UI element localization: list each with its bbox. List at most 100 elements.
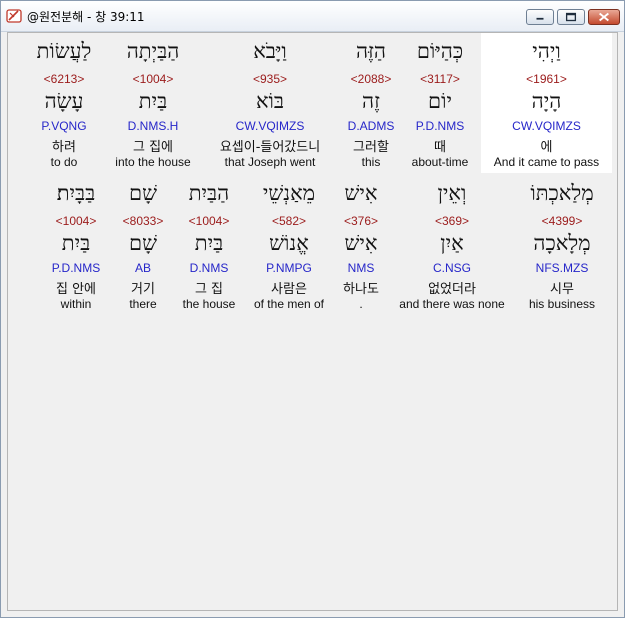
word-row1-3[interactable]: הַזֶּה <2088> זֶה D.ADMS 그러할 this xyxy=(340,39,402,171)
morphology-code: D.ADMS xyxy=(347,119,395,133)
korean-gloss: 시무 xyxy=(550,282,574,297)
verse-analysis-panel: וַיְהִי <1961> הָיָה CW.VQIMZS 에 And it … xyxy=(7,32,618,611)
english-gloss: the house xyxy=(182,297,236,311)
hebrew-word: לַעֲשׂוֹת xyxy=(36,39,92,63)
morphology-code: AB xyxy=(134,261,151,275)
hebrew-lemma: זֶה xyxy=(362,89,380,113)
hebrew-lemma: אִישׁ xyxy=(344,231,378,255)
strong-number[interactable]: <1961> xyxy=(481,72,612,86)
word-row2-7[interactable]: בַּבָּיִת׃ <1004> בַּיִת P.D.NMS 집 안에 wi… xyxy=(40,181,112,313)
strong-number[interactable]: <2088> xyxy=(340,72,402,86)
morphology-code: D.NMS.H xyxy=(127,119,179,133)
korean-gloss: 하나도 xyxy=(343,282,379,297)
maximize-icon xyxy=(565,12,577,22)
strong-number[interactable]: <6213> xyxy=(30,72,98,86)
title-bar[interactable]: @원전분해 - 창 39:11 xyxy=(1,1,624,32)
hebrew-word: בַּבָּיִת׃ xyxy=(56,181,96,205)
minimize-button[interactable] xyxy=(526,9,554,25)
strong-number[interactable]: <1004> xyxy=(40,214,112,228)
word-row2-4[interactable]: מֵאַנְשֵׁי <582> אֱנוֹשׁ P.NMPG 사람은 of t… xyxy=(248,181,330,313)
hebrew-lemma: אַיִן xyxy=(440,231,464,255)
morphology-code: D.NMS xyxy=(189,261,229,275)
strong-number[interactable]: <4399> xyxy=(516,214,608,228)
maximize-button[interactable] xyxy=(557,9,585,25)
strong-number[interactable]: <935> xyxy=(206,72,334,86)
hebrew-lemma: בַּיִת xyxy=(194,231,224,255)
close-button[interactable] xyxy=(588,9,620,25)
word-row2-6[interactable]: שָׁם <8033> שָׁם AB 거기 there xyxy=(118,181,168,313)
english-gloss: within xyxy=(60,297,92,311)
hebrew-lemma: עָשָׂה xyxy=(44,89,84,113)
word-row2-3[interactable]: אִישׁ <376> אִישׁ NMS 하나도 . xyxy=(334,181,388,313)
close-icon xyxy=(599,12,609,22)
word-row1-4[interactable]: וַיָּבֹא <935> בּוֹא CW.VQIMZS 요셉이-들어갔드니… xyxy=(206,39,334,171)
strong-number[interactable]: <1004> xyxy=(106,72,200,86)
korean-gloss: 거기 xyxy=(131,282,155,297)
korean-gloss: 그러할 xyxy=(353,140,389,155)
english-gloss: and there was none xyxy=(399,297,505,311)
english-gloss: . xyxy=(359,297,363,311)
hebrew-word: מְלַאכְתּוֹ xyxy=(530,181,594,205)
morphology-code: NFS.MZS xyxy=(535,261,589,275)
minimize-icon xyxy=(536,17,544,20)
hebrew-lemma: בַּיִת xyxy=(61,231,91,255)
word-row2-2[interactable]: וְאֵין <369> אַיִן C.NSG 없었더라 and there … xyxy=(390,181,514,313)
word-row1-6[interactable]: לַעֲשׂוֹת <6213> עָשָׂה P.VQNG 하려 to do xyxy=(30,39,98,171)
hebrew-word: הַזֶּה xyxy=(355,39,386,63)
hebrew-lemma: שָׁם xyxy=(129,231,157,255)
word-row2-1[interactable]: מְלַאכְתּוֹ <4399> מְלָאכָה NFS.MZS 시무 h… xyxy=(516,181,608,313)
word-row2-5[interactable]: הַבַּיִת <1004> בַּיִת D.NMS 그 집 the hou… xyxy=(174,181,244,313)
morphology-code: P.D.NMS xyxy=(51,261,101,275)
korean-gloss: 때 xyxy=(434,140,446,155)
english-gloss: that Joseph went xyxy=(224,155,316,169)
hebrew-lemma: מְלָאכָה xyxy=(533,231,591,255)
strong-number[interactable]: <3117> xyxy=(406,72,474,86)
english-gloss: to do xyxy=(50,155,78,169)
hebrew-lemma: יוֹם xyxy=(428,89,452,113)
bible-app-icon xyxy=(6,9,22,23)
english-gloss: into the house xyxy=(115,155,191,169)
hebrew-word: הַבַּיִת xyxy=(188,181,230,205)
hebrew-word: וְאֵין xyxy=(437,181,467,205)
hebrew-word: כְּהַיּוֹם xyxy=(416,39,464,63)
english-gloss: his business xyxy=(528,297,596,311)
morphology-code: CW.VQIMZS xyxy=(235,119,305,133)
hebrew-word: אִישׁ xyxy=(344,181,378,205)
korean-gloss: 그 집 xyxy=(194,282,224,297)
strong-number[interactable]: <8033> xyxy=(118,214,168,228)
hebrew-lemma: בּוֹא xyxy=(255,89,285,113)
morphology-code: P.D.NMS xyxy=(415,119,465,133)
hebrew-word: מֵאַנְשֵׁי xyxy=(262,181,316,205)
hebrew-word: וַיְהִי xyxy=(532,39,561,63)
hebrew-lemma: הָיָה xyxy=(531,89,562,113)
hebrew-word: שָׁם xyxy=(129,181,157,205)
window-title: @원전분해 - 창 39:11 xyxy=(27,10,145,24)
morphology-code: C.NSG xyxy=(432,261,471,275)
strong-number[interactable]: <1004> xyxy=(174,214,244,228)
app-window: @원전분해 - 창 39:11 וַיְהִי <1961> הָיָה CW.… xyxy=(0,0,625,618)
korean-gloss: 없었더라 xyxy=(428,282,476,297)
strong-number[interactable]: <582> xyxy=(248,214,330,228)
morphology-code: P.NMPG xyxy=(266,261,312,275)
hebrew-word: וַיָּבֹא xyxy=(253,39,287,63)
english-gloss: there xyxy=(129,297,157,311)
word-row1-5[interactable]: הַבַּיְתָה <1004> בַּיִת D.NMS.H 그 집에 in… xyxy=(106,39,200,171)
english-gloss: And it came to pass xyxy=(493,155,600,169)
morphology-code: CW.VQIMZS xyxy=(512,119,581,133)
morphology-code: P.VQNG xyxy=(41,119,87,133)
english-gloss: this xyxy=(361,155,381,169)
korean-gloss: 에 xyxy=(540,140,553,155)
english-gloss: of the men of xyxy=(253,297,325,311)
hebrew-word: הַבַּיְתָה xyxy=(126,39,180,63)
word-row1-1[interactable]: וַיְהִי <1961> הָיָה CW.VQIMZS 에 And it … xyxy=(481,39,612,171)
english-gloss: about-time xyxy=(411,155,469,169)
strong-number[interactable]: <369> xyxy=(390,214,514,228)
hebrew-lemma: אֱנוֹשׁ xyxy=(269,231,309,255)
korean-gloss: 사람은 xyxy=(271,282,307,297)
strong-number[interactable]: <376> xyxy=(334,214,388,228)
word-row1-2[interactable]: כְּהַיּוֹם <3117> יוֹם P.D.NMS 때 about-t… xyxy=(406,39,474,171)
korean-gloss: 그 집에 xyxy=(132,140,173,155)
hebrew-lemma: בַּיִת xyxy=(138,89,168,113)
korean-gloss: 하려 xyxy=(52,140,76,155)
korean-gloss: 요셉이-들어갔드니 xyxy=(219,140,321,155)
